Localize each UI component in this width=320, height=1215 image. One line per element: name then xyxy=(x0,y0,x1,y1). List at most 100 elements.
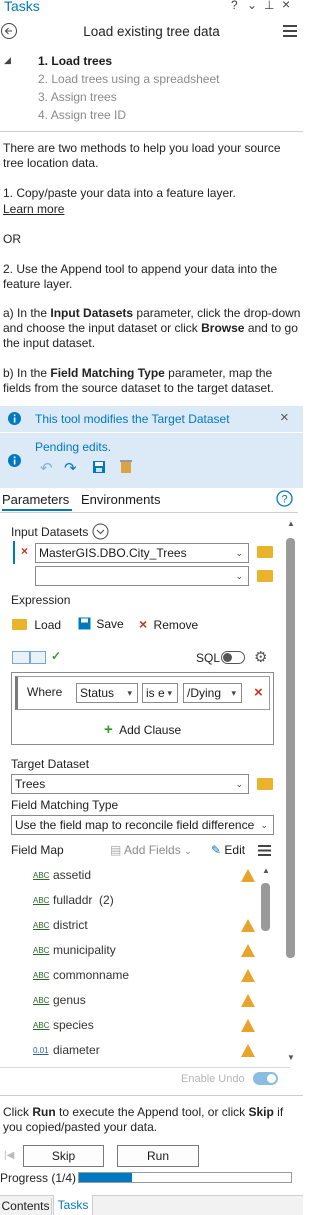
text-field-icon: ABC xyxy=(33,971,50,980)
sql-label: SQL xyxy=(196,651,221,665)
close-icon[interactable]: × xyxy=(280,409,289,426)
info-icon xyxy=(8,412,21,425)
redo-icon[interactable]: ↷ xyxy=(64,459,77,477)
bottom-tab-bar: Contents Tasks xyxy=(0,1195,303,1215)
tabs-divider xyxy=(0,512,298,513)
field-map-row[interactable]: ABC assetid xyxy=(33,863,91,888)
enable-undo-label: Enable Undo xyxy=(181,1073,245,1085)
undo-icon[interactable]: ↶ xyxy=(40,459,53,477)
field-map-row[interactable]: ABC commonname xyxy=(33,963,129,988)
remove-clause-icon[interactable]: × xyxy=(254,684,263,701)
step-2[interactable]: 2. Load trees using a spreadsheet xyxy=(38,70,219,88)
divider xyxy=(0,1067,290,1068)
remove-icon: × xyxy=(139,616,148,632)
pin-icon[interactable]: ⊥ xyxy=(264,0,274,12)
close-icon[interactable]: × xyxy=(282,0,290,12)
remove-button[interactable]: × Remove xyxy=(139,616,198,632)
scroll-down-icon[interactable]: ▼ xyxy=(287,1053,295,1062)
skip-button[interactable]: Skip xyxy=(23,1145,104,1167)
chevron-down-icon: ⌄ xyxy=(235,571,243,581)
tab-parameters[interactable]: Parameters xyxy=(2,492,69,507)
browse-folder-icon[interactable] xyxy=(257,570,273,582)
operator-select[interactable]: is e ▾ xyxy=(142,683,178,703)
edit-button[interactable]: ✎ Edit xyxy=(211,843,245,857)
field-map-row[interactable]: ABC municipality xyxy=(33,938,116,963)
input-dataset-value: MasterGIS.DBO.City_Trees xyxy=(39,546,187,560)
field-map-row[interactable]: ABC species xyxy=(33,1013,94,1038)
learn-more-link[interactable]: Learn more xyxy=(3,202,64,217)
value-select[interactable]: /Dying ▾ xyxy=(183,683,242,703)
verify-check-icon[interactable]: ✓ xyxy=(51,649,61,663)
tab-environments[interactable]: Environments xyxy=(81,492,160,507)
save-icon xyxy=(78,617,91,630)
run-button[interactable]: Run xyxy=(117,1145,199,1167)
step-4[interactable]: 4. Assign tree ID xyxy=(38,106,219,124)
settings-gear-icon[interactable]: ⚙ xyxy=(254,648,267,666)
expand-chevron-icon[interactable] xyxy=(92,523,109,540)
sql-toggle[interactable] xyxy=(221,651,245,664)
sql-editor-icon[interactable] xyxy=(12,651,30,664)
field-select[interactable]: Status ▾ xyxy=(76,683,138,703)
field-map-row[interactable]: 0.01 diameter xyxy=(33,1038,100,1063)
field-map-row[interactable]: ABC genus xyxy=(33,988,86,1013)
save-button[interactable]: Save xyxy=(78,617,124,631)
info-icon xyxy=(8,454,21,467)
warning-icon xyxy=(241,994,255,1007)
chevron-down-icon: ▾ xyxy=(127,688,132,698)
field-map-menu-icon[interactable] xyxy=(258,845,271,856)
target-dataset-field[interactable]: Trees ⌄ xyxy=(11,774,249,794)
field-matching-select[interactable]: Use the field map to reconcile field dif… xyxy=(11,815,274,835)
options-chevron-icon[interactable]: ⌄ xyxy=(247,0,257,12)
menu-icon[interactable] xyxy=(283,25,297,37)
target-dataset-value: Trees xyxy=(15,777,46,791)
input-dataset-field-1[interactable]: MasterGIS.DBO.City_Trees ⌄ xyxy=(35,543,249,563)
help-circle-icon[interactable]: ? xyxy=(276,490,293,507)
warning-icon xyxy=(241,869,255,882)
instruction-step2b: b) In the Field Matching Type parameter,… xyxy=(3,366,274,395)
browse-folder-icon[interactable] xyxy=(257,546,273,558)
load-button[interactable]: Load xyxy=(12,618,61,632)
required-bar xyxy=(13,541,15,564)
target-dataset-label: Target Dataset xyxy=(11,757,90,771)
add-clause-button[interactable]: + Add Clause xyxy=(104,721,181,738)
numeric-field-icon: 0.01 xyxy=(33,1046,49,1055)
save-edits-icon[interactable] xyxy=(92,460,106,474)
field-name: commonname xyxy=(53,968,130,982)
scroll-up-icon[interactable]: ▲ xyxy=(262,866,270,875)
field-name: fulladdr (2) xyxy=(53,893,114,907)
field-name: district xyxy=(53,918,88,932)
help-icon[interactable]: ? xyxy=(231,0,238,12)
add-fields-icon: ▤ xyxy=(110,843,122,857)
chevron-down-icon: ⌄ xyxy=(235,548,243,558)
add-fields-button[interactable]: ▤ Add Fields ⌄ xyxy=(110,843,192,857)
tab-tasks[interactable]: Tasks xyxy=(53,1195,93,1215)
field-map-row[interactable]: ABC fulladdr (2) xyxy=(33,888,114,913)
browse-folder-icon[interactable] xyxy=(257,778,273,790)
pencil-icon: ✎ xyxy=(211,843,222,857)
tab-contents[interactable]: Contents xyxy=(0,1198,52,1215)
expression-builder: Where Status ▾ is e ▾ /Dying ▾ × + Add Clau… xyxy=(11,672,274,745)
enable-undo-toggle[interactable] xyxy=(253,1072,278,1085)
step-3[interactable]: 3. Assign trees xyxy=(38,88,219,106)
warning-icon xyxy=(241,919,255,932)
discard-edits-icon[interactable] xyxy=(119,459,133,474)
value-text: /Dying xyxy=(187,686,222,700)
step-1[interactable]: 1. Load trees xyxy=(38,52,219,70)
text-field-icon: ABC xyxy=(33,871,50,880)
field-name: municipality xyxy=(53,943,116,957)
field-map-row[interactable]: ABC district xyxy=(33,913,88,938)
where-label: Where xyxy=(27,685,63,699)
modifies-message: This tool modifies the Target Dataset xyxy=(35,412,230,426)
previous-step-icon[interactable]: |◀ xyxy=(4,1150,14,1161)
collapse-triangle-icon[interactable]: ◢ xyxy=(4,55,11,66)
modifies-banner: This tool modifies the Target Dataset × xyxy=(0,406,303,432)
clause-mode-icon[interactable] xyxy=(30,651,46,664)
field-map-scrollbar[interactable] xyxy=(261,883,270,931)
where-clause: Where Status ▾ is e ▾ /Dying ▾ × xyxy=(15,676,270,710)
field-value: Status xyxy=(80,686,115,700)
input-dataset-field-2[interactable]: ⌄ xyxy=(35,566,249,586)
field-name: genus xyxy=(53,993,86,1007)
remove-dataset-icon[interactable]: × xyxy=(21,544,28,558)
chevron-down-icon: ▾ xyxy=(231,688,236,698)
scroll-up-icon[interactable]: ▲ xyxy=(287,519,295,528)
